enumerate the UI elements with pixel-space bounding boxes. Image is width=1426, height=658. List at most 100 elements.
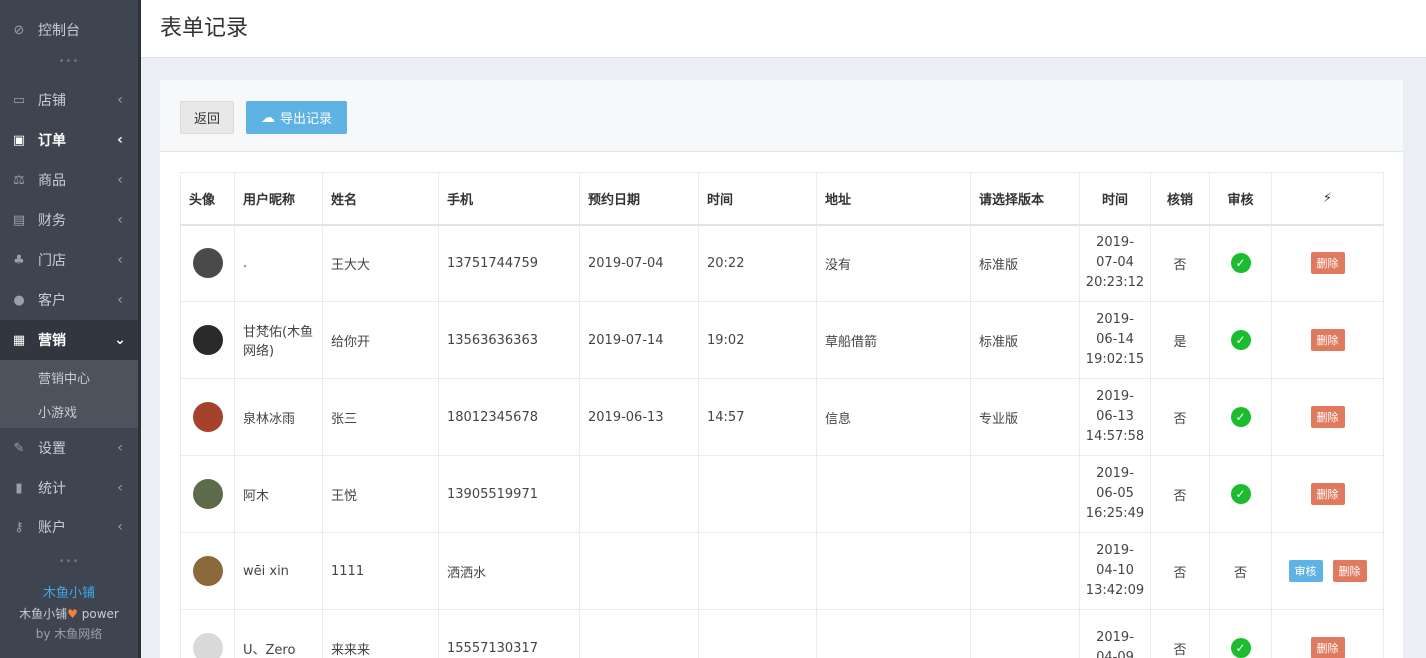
footer-power-name: 木鱼小铺 bbox=[19, 607, 68, 621]
col-header-nickname: 用户昵称 bbox=[234, 172, 323, 226]
check-circle-icon: ✓ bbox=[1230, 638, 1251, 658]
version-cell bbox=[970, 455, 1080, 533]
sidebar-item-label: 控制台 bbox=[38, 23, 80, 39]
created-time-line: 2019- bbox=[1096, 630, 1134, 645]
sidebar-item-label: 设置 bbox=[38, 441, 66, 457]
booking-date-cell bbox=[579, 609, 699, 658]
created-time-line: 2019- bbox=[1096, 543, 1134, 558]
wrench-icon: ✎ bbox=[13, 440, 25, 456]
nickname-cell: . bbox=[234, 224, 323, 302]
actions-cell: 删除 bbox=[1271, 609, 1384, 658]
sidebar-item-goods[interactable]: ⚖ 商品 ‹ bbox=[0, 160, 138, 200]
name-cell: 王悦 bbox=[322, 455, 439, 533]
nickname-cell: U、Zero bbox=[234, 609, 323, 658]
sidebar-item-marketing[interactable]: ▦ 营销 ⌄ bbox=[0, 320, 138, 360]
col-header-redeemed: 核销 bbox=[1150, 172, 1210, 226]
chevron-left-icon: ‹ bbox=[117, 132, 123, 148]
sidebar-subitem-mini-games[interactable]: 小游戏 bbox=[0, 394, 138, 428]
created-time-cell: 2019- 06-14 19:02:15 bbox=[1079, 301, 1151, 379]
actions-cell: 删除 bbox=[1271, 455, 1384, 533]
chevron-left-icon: ‹ bbox=[117, 440, 123, 456]
redeemed-cell: 否 bbox=[1150, 455, 1210, 533]
created-time-line: 06-14 bbox=[1096, 332, 1134, 347]
time-cell bbox=[698, 532, 817, 610]
delete-button[interactable]: 删除 bbox=[1310, 483, 1345, 505]
name-cell: 来来来 bbox=[322, 609, 439, 658]
delete-button[interactable]: 删除 bbox=[1310, 406, 1345, 428]
footer-power: 木鱼小铺♥ power bbox=[0, 604, 138, 624]
avatar bbox=[192, 556, 223, 586]
created-time-line: 2019- bbox=[1096, 466, 1134, 481]
sidebar-item-shop[interactable]: ▭ 店铺 ‹ bbox=[0, 80, 138, 120]
page-title: 表单记录 bbox=[160, 16, 249, 41]
sidebar-subitem-marketing-center[interactable]: 营销中心 bbox=[0, 360, 138, 394]
footer-power-suffix: power bbox=[77, 607, 119, 621]
name-cell: 王大大 bbox=[322, 224, 439, 302]
address-cell bbox=[816, 455, 971, 533]
sidebar-item-stores[interactable]: ♣ 门店 ‹ bbox=[0, 240, 138, 280]
created-time-line: 2019- bbox=[1096, 312, 1134, 327]
table-row: U、Zero 来来来 15557130317 2019- 04-09 否 ✓ 删除 bbox=[180, 609, 1384, 658]
back-button[interactable]: 返回 bbox=[180, 101, 234, 134]
sidebar: ⊘ 控制台 ••• ▭ 店铺 ‹ ▣ 订单 ‹ ⚖ 商品 ‹ ▤ 财务 ‹ ♣ … bbox=[0, 0, 141, 658]
sidebar-item-stats[interactable]: ▮ 统计 ‹ bbox=[0, 468, 138, 508]
gift-icon: ▦ bbox=[12, 332, 26, 348]
address-cell bbox=[816, 532, 971, 610]
sidebar-item-finance[interactable]: ▤ 财务 ‹ bbox=[0, 200, 138, 240]
avatar-cell bbox=[180, 301, 235, 379]
sidebar-item-account[interactable]: ⚷ 账户 ‹ bbox=[0, 507, 138, 547]
delete-button[interactable]: 删除 bbox=[1310, 637, 1345, 658]
delete-button[interactable]: 删除 bbox=[1310, 252, 1345, 275]
col-header-time: 时间 bbox=[698, 172, 817, 226]
created-time-line: 04-09 bbox=[1096, 650, 1134, 658]
created-time-cell: 2019- 04-10 13:42:09 bbox=[1079, 532, 1151, 610]
sidebar-item-settings[interactable]: ✎ 设置 ‹ bbox=[0, 428, 138, 468]
key-icon: ⚷ bbox=[14, 519, 24, 535]
sidebar-item-customers[interactable]: ● 客户 ‹ bbox=[0, 280, 138, 320]
sidebar-item-orders[interactable]: ▣ 订单 ‹ bbox=[0, 120, 138, 160]
sidebar-separator: ••• bbox=[58, 56, 80, 67]
table-row: wēi xin 1111 洒洒水 2019- 04-10 13:42:09 否否审核 删除 bbox=[180, 532, 1384, 610]
created-time-line: 13:42:09 bbox=[1085, 583, 1145, 598]
chevron-down-icon: ⌄ bbox=[114, 332, 126, 348]
redeemed-cell: 是 bbox=[1150, 301, 1210, 379]
phone-cell: 15557130317 bbox=[438, 609, 580, 658]
time-cell: 20:22 bbox=[698, 224, 817, 302]
sidebar-item-label: 营销 bbox=[38, 333, 66, 349]
audit-button[interactable]: 审核 bbox=[1288, 560, 1323, 582]
money-icon: ▣ bbox=[12, 132, 26, 148]
chevron-left-icon: ‹ bbox=[117, 252, 123, 268]
address-cell bbox=[816, 609, 971, 658]
main-panel: 返回 ☁ 导出记录 头像 用户昵称 姓名 手机 预约日期 时间 地址 请选择版本… bbox=[160, 80, 1403, 658]
basket-icon: ▭ bbox=[12, 92, 26, 108]
sidebar-item-label: 统计 bbox=[38, 481, 66, 497]
sidebar-item-dashboard[interactable]: ⊘ 控制台 bbox=[0, 10, 138, 50]
name-cell: 张三 bbox=[322, 378, 439, 456]
col-header-review: 审核 bbox=[1209, 172, 1272, 226]
address-cell: 信息 bbox=[816, 378, 971, 456]
avatar bbox=[192, 325, 223, 355]
delete-button[interactable]: 删除 bbox=[1310, 329, 1345, 351]
actions-cell: 删除 bbox=[1271, 301, 1384, 379]
review-cell: ✓ bbox=[1209, 378, 1272, 456]
chevron-left-icon: ‹ bbox=[117, 212, 123, 228]
bolt-icon: ⚡ bbox=[1271, 172, 1384, 226]
version-cell: 标准版 bbox=[970, 301, 1080, 379]
phone-cell: 18012345678 bbox=[438, 378, 580, 456]
avatar bbox=[192, 479, 223, 509]
check-circle-icon: ✓ bbox=[1230, 484, 1251, 504]
nickname-cell: wēi xin bbox=[234, 532, 323, 610]
created-time-cell: 2019- 07-04 20:23:12 bbox=[1079, 224, 1151, 302]
redeemed-cell: 否 bbox=[1150, 532, 1210, 610]
actions-cell: 删除 bbox=[1271, 224, 1384, 302]
export-button[interactable]: ☁ 导出记录 bbox=[246, 101, 347, 134]
check-circle-icon: ✓ bbox=[1230, 330, 1251, 350]
sidebar-item-label: 财务 bbox=[38, 213, 66, 229]
delete-button[interactable]: 删除 bbox=[1332, 560, 1367, 582]
avatar-cell bbox=[180, 224, 235, 302]
phone-cell: 13563636363 bbox=[438, 301, 580, 379]
footer-brand[interactable]: 木鱼小铺 bbox=[0, 584, 138, 604]
table-row: 阿木 王悦 13905519971 2019- 06-05 16:25:49 否 ✓ 删除 bbox=[180, 455, 1384, 533]
sidebar-item-label: 商品 bbox=[38, 173, 66, 189]
created-time-line: 19:02:15 bbox=[1085, 352, 1145, 367]
